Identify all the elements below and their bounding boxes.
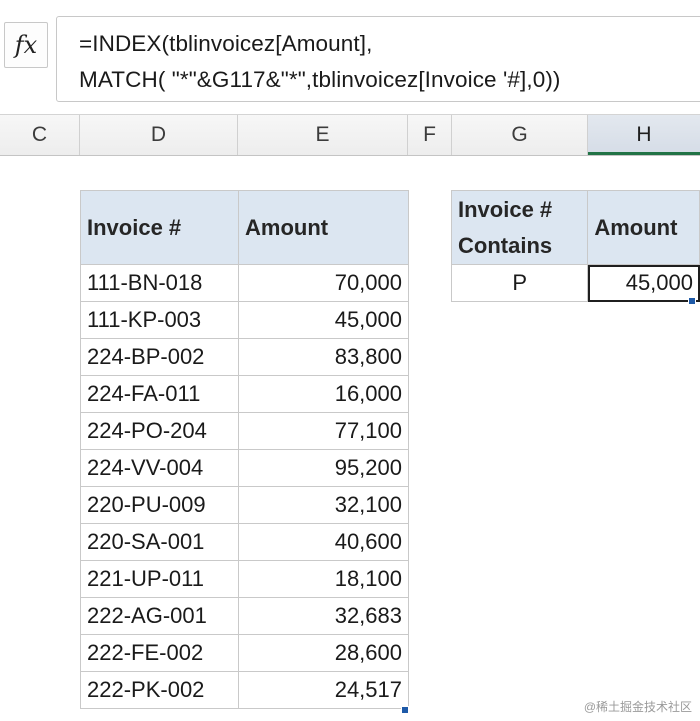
- table-row: 224-BP-002 83,800: [80, 338, 409, 376]
- formula-input[interactable]: =INDEX(tblinvoicez[Amount], MATCH( "*"&G…: [56, 16, 700, 102]
- invoice-cell[interactable]: 111-BN-018: [80, 264, 239, 302]
- amount-cell[interactable]: 70,000: [238, 264, 409, 302]
- invoice-cell[interactable]: 220-SA-001: [80, 523, 239, 561]
- invoice-contains-header-line2: Contains: [458, 232, 553, 258]
- fill-handle[interactable]: [688, 297, 696, 305]
- invoice-cell[interactable]: 222-PK-002: [80, 671, 239, 709]
- invoice-cell[interactable]: 220-PU-009: [80, 486, 239, 524]
- amount-cell[interactable]: 45,000: [238, 301, 409, 339]
- column-header-c[interactable]: C: [0, 115, 80, 155]
- table-row: 222-FE-002 28,600: [80, 634, 409, 672]
- amount-cell[interactable]: 83,800: [238, 338, 409, 376]
- watermark: @稀土掘金技术社区: [583, 700, 692, 714]
- amount-cell[interactable]: 28,600: [238, 634, 409, 672]
- invoice-cell[interactable]: 111-KP-003: [80, 301, 239, 339]
- column-header-g[interactable]: G: [452, 115, 588, 155]
- table-row: 222-AG-001 32,683: [80, 597, 409, 635]
- invoice-cell[interactable]: 224-PO-204: [80, 412, 239, 450]
- amount-cell[interactable]: 16,000: [238, 375, 409, 413]
- invoice-cell[interactable]: 222-AG-001: [80, 597, 239, 635]
- column-header-h[interactable]: H: [588, 115, 700, 155]
- invoice-cell[interactable]: 224-BP-002: [80, 338, 239, 376]
- invoice-contains-header-line1: Invoice #: [458, 196, 553, 222]
- amount-header[interactable]: Amount: [238, 190, 409, 265]
- table-row: 224-VV-004 95,200: [80, 449, 409, 487]
- lookup-header-row: Invoice # Contains Amount: [450, 190, 700, 265]
- formula-text-line-1: =INDEX(tblinvoicez[Amount],: [79, 31, 373, 56]
- formula-bar: fx =INDEX(tblinvoicez[Amount], MATCH( "*…: [0, 0, 700, 110]
- table-row: 224-FA-011 16,000: [80, 375, 409, 413]
- lookup-amount-header[interactable]: Amount: [587, 190, 700, 265]
- table-row: 222-PK-002 24,517: [80, 671, 409, 709]
- invoice-cell[interactable]: 224-FA-011: [80, 375, 239, 413]
- table-row: 220-SA-001 40,600: [80, 523, 409, 561]
- lookup-row: P 45,000: [450, 264, 700, 302]
- column-header-d[interactable]: D: [80, 115, 238, 155]
- table-row: 111-KP-003 45,000: [80, 301, 409, 339]
- insert-function-button[interactable]: fx: [4, 22, 48, 68]
- table-row: 224-PO-204 77,100: [80, 412, 409, 450]
- invoice-number-header[interactable]: Invoice #: [80, 190, 239, 265]
- column-header-f[interactable]: F: [408, 115, 452, 155]
- amount-cell[interactable]: 32,100: [238, 486, 409, 524]
- column-header-e[interactable]: E: [238, 115, 408, 155]
- invoice-cell[interactable]: 222-FE-002: [80, 634, 239, 672]
- amount-cell[interactable]: 18,100: [238, 560, 409, 598]
- table-row: 220-PU-009 32,100: [80, 486, 409, 524]
- amount-cell[interactable]: 24,517: [238, 671, 409, 709]
- table-row: 221-UP-011 18,100: [80, 560, 409, 598]
- invoice-cell[interactable]: 221-UP-011: [80, 560, 239, 598]
- column-header-bar: C D E F G H: [0, 114, 700, 156]
- amount-cell[interactable]: 77,100: [238, 412, 409, 450]
- table-header-row: Invoice # Amount: [80, 190, 409, 265]
- amount-cell[interactable]: 40,600: [238, 523, 409, 561]
- invoice-contains-header[interactable]: Invoice # Contains: [450, 190, 589, 265]
- result-cell-active[interactable]: 45,000: [587, 264, 700, 302]
- invoice-table: Invoice # Amount 111-BN-018 70,000 111-KP…: [80, 190, 409, 709]
- lookup-table: Invoice # Contains Amount P 45,000: [450, 190, 700, 302]
- invoice-cell[interactable]: 224-VV-004: [80, 449, 239, 487]
- fx-icon: fx: [14, 31, 38, 59]
- query-cell[interactable]: P: [450, 264, 589, 302]
- formula-text-line-2: MATCH( "*"&G117&"*",tblinvoicez[Invoice …: [79, 67, 561, 92]
- table-resize-handle[interactable]: [401, 706, 409, 714]
- amount-cell[interactable]: 95,200: [238, 449, 409, 487]
- table-row: 111-BN-018 70,000: [80, 264, 409, 302]
- amount-cell[interactable]: 32,683: [238, 597, 409, 635]
